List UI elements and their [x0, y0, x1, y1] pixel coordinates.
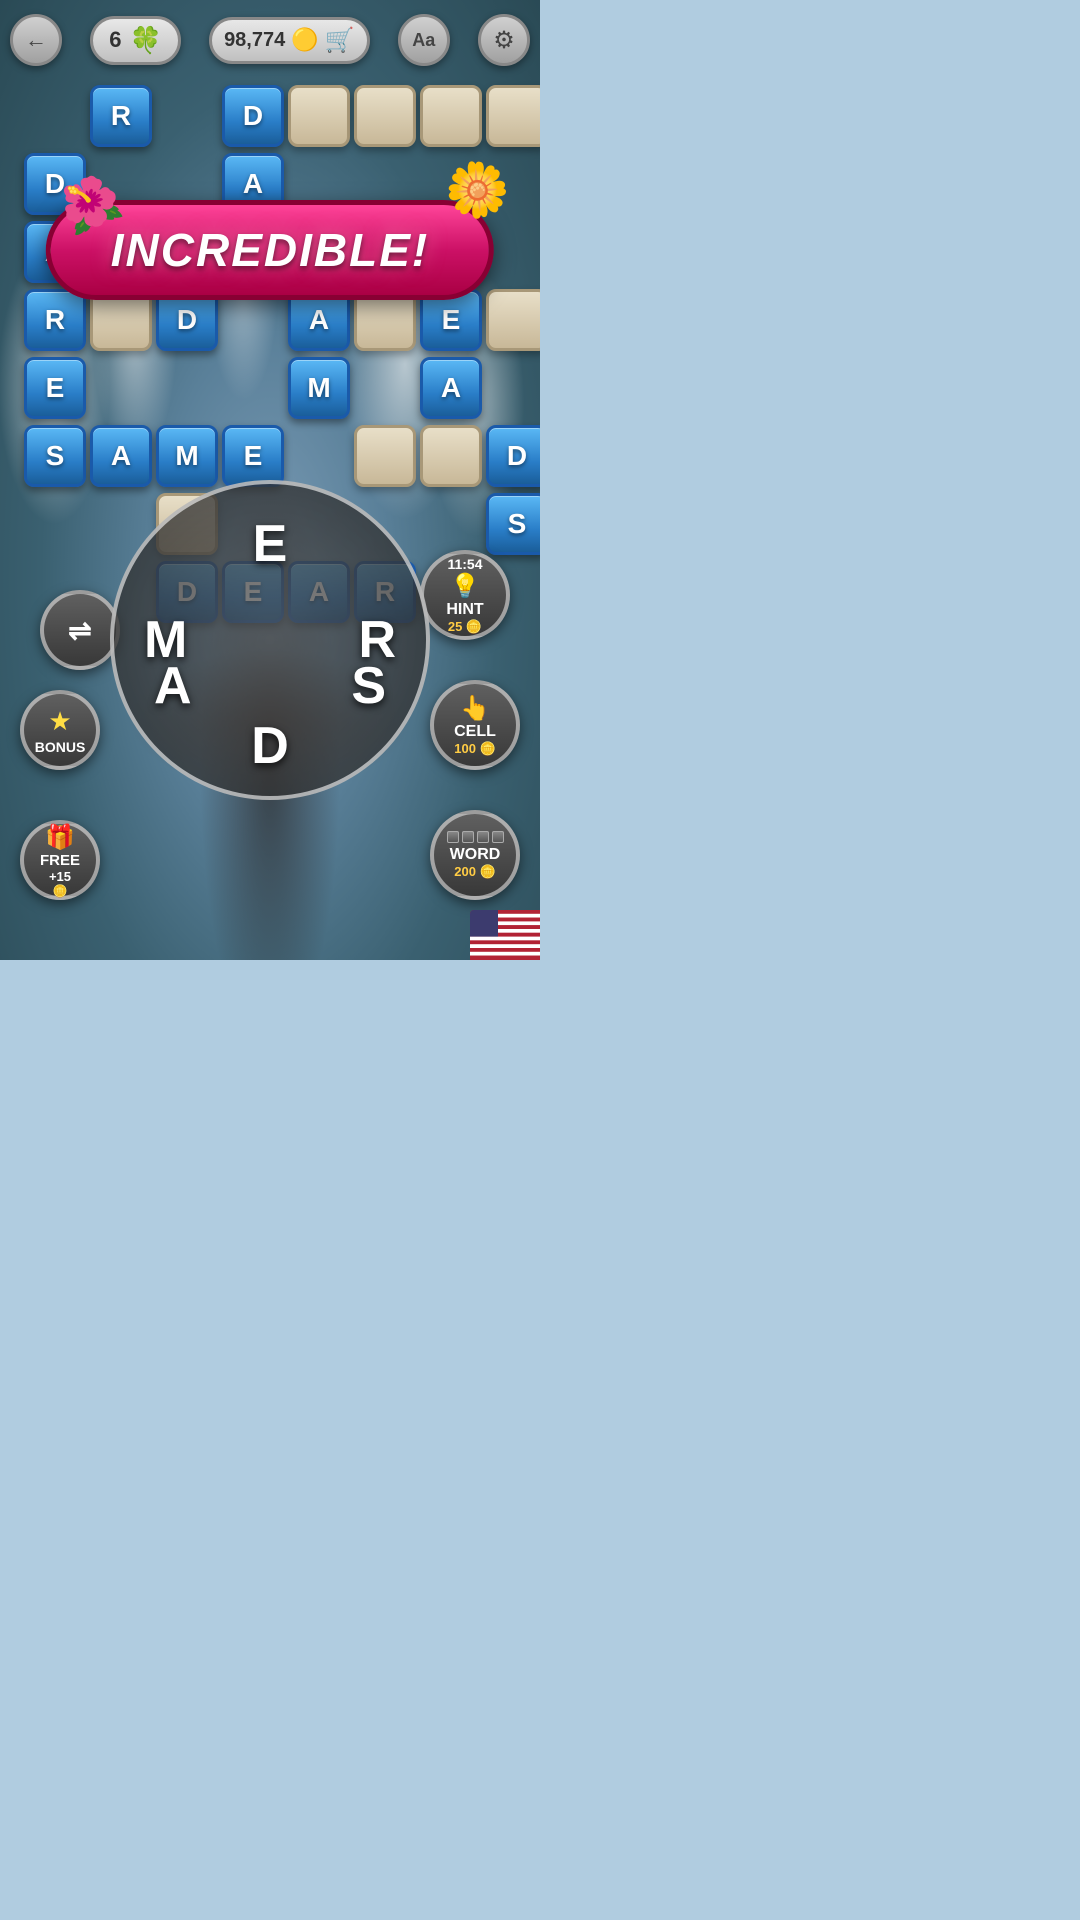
gear-icon: ⚙: [493, 26, 515, 55]
tile-E-4-0: E: [24, 357, 86, 419]
clover-badge: 6 🍀: [90, 16, 181, 65]
word-cost: 200 🪙: [454, 864, 496, 880]
incredible-text: INCREDIBLE!: [111, 224, 429, 276]
tile-empty-0-5: [354, 85, 416, 147]
word-button[interactable]: WORD 200 🪙: [430, 810, 520, 900]
font-button[interactable]: Aa: [398, 14, 450, 66]
cart-icon[interactable]: 🛒: [325, 26, 355, 55]
wheel-letter-A[interactable]: A: [154, 656, 192, 716]
top-bar: ← 6 🍀 98,774 🟡 🛒 Aa ⚙: [10, 10, 530, 70]
hint-button[interactable]: 11:54 💡 HINT 25 🪙: [420, 550, 510, 640]
bonus-label: BONUS: [35, 739, 86, 755]
bonus-button[interactable]: ★ BONUS: [20, 690, 100, 770]
tile-empty-0-4: [288, 85, 350, 147]
wheel-letter-E[interactable]: E: [253, 514, 288, 574]
coins-badge: 98,774 🟡 🛒: [209, 17, 369, 64]
back-button[interactable]: ←: [10, 14, 62, 66]
tile-R-3-0: R: [24, 289, 86, 351]
tile-A-4-6: A: [420, 357, 482, 419]
tile-empty-3-7: [486, 289, 540, 351]
clover-icon: 🍀: [129, 25, 161, 56]
tile-R-0-1: R: [90, 85, 152, 147]
free-cost: 🪙: [53, 884, 68, 898]
tile-D-0-3: D: [222, 85, 284, 147]
word-squares-icon: [447, 831, 504, 843]
settings-button[interactable]: ⚙: [478, 14, 530, 66]
free-button[interactable]: 🎁 FREE +15 🪙: [20, 820, 100, 900]
word-label: WORD: [450, 846, 501, 864]
font-label: Aa: [412, 30, 435, 51]
shuffle-button[interactable]: ⇌: [40, 590, 120, 670]
us-flag: [470, 910, 540, 960]
hint-label: HINT: [446, 601, 483, 619]
word-sq-1: [447, 831, 459, 843]
free-plus: +15: [49, 869, 71, 884]
cell-label: CELL: [454, 723, 496, 741]
cell-hand-icon: 👆: [460, 694, 490, 723]
tile-empty-0-6: [420, 85, 482, 147]
cell-button[interactable]: 👆 CELL 100 🪙: [430, 680, 520, 770]
coin-icon: 🟡: [291, 27, 318, 53]
tile-M-4-4: M: [288, 357, 350, 419]
word-sq-3: [477, 831, 489, 843]
wheel-letter-S[interactable]: S: [351, 656, 386, 716]
free-label: FREE: [40, 852, 80, 869]
bonus-star-icon: ★: [48, 706, 71, 737]
clover-count: 6: [109, 27, 121, 53]
gift-icon: 🎁: [45, 823, 75, 852]
hint-bulb-icon: 💡: [450, 572, 480, 601]
cell-cost: 100 🪙: [454, 741, 496, 757]
back-icon: ←: [25, 27, 47, 53]
word-sq-4: [492, 831, 504, 843]
letter-wheel[interactable]: E M R A S D: [110, 480, 430, 800]
hint-timer: 11:54: [447, 556, 482, 572]
hint-cost: 25 🪙: [448, 619, 482, 635]
shuffle-icon: ⇌: [68, 614, 91, 647]
word-sq-2: [462, 831, 474, 843]
coins-value: 98,774: [224, 29, 285, 52]
bottom-area: ⇌ E M R A S D 11:54 💡 HINT 25 🪙 ★ BO: [0, 440, 540, 960]
tile-empty-0-7: [486, 85, 540, 147]
wheel-letter-D[interactable]: D: [251, 716, 289, 776]
